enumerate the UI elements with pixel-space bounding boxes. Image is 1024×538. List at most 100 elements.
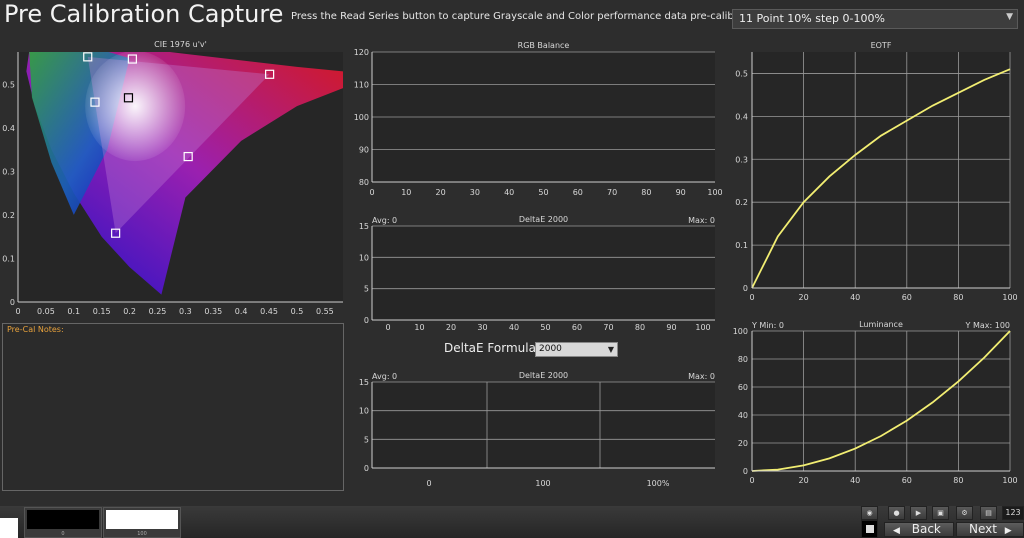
y-tick-label: 120 bbox=[354, 48, 369, 57]
x-tick-label: 0.3 bbox=[179, 307, 192, 316]
x-tick-label: 40 bbox=[504, 188, 514, 197]
next-arrow-icon: ▶ bbox=[1004, 526, 1012, 536]
x-tick-label: 40 bbox=[850, 293, 860, 302]
y-tick-label: 0.1 bbox=[2, 254, 15, 263]
y-tick-label: 110 bbox=[354, 81, 369, 90]
y-tick-label: 0.4 bbox=[2, 124, 15, 133]
x-tick-label: 40 bbox=[509, 323, 519, 332]
max-label: Max: 0 bbox=[688, 216, 715, 225]
y-tick-label: 0.2 bbox=[2, 211, 15, 220]
y-tick-label: 0 bbox=[364, 316, 369, 325]
notes-panel[interactable]: Pre-Cal Notes: bbox=[2, 323, 344, 491]
cie-white-point-glow bbox=[85, 52, 186, 162]
plot-area bbox=[752, 52, 1010, 288]
x-tick-label: 20 bbox=[799, 293, 809, 302]
bottom-toolbar: 0 100 ◉ ● ▶ ▣ ⚙ ▤ 123 ◀ Back Next ▶ bbox=[0, 506, 1024, 538]
play-icon: ▶ bbox=[915, 509, 922, 517]
x-tick-label: 0.1 bbox=[67, 307, 80, 316]
x-tick-label: 80 bbox=[953, 293, 963, 302]
x-tick-label: 90 bbox=[666, 323, 676, 332]
back-arrow-icon: ◀ bbox=[893, 526, 900, 536]
max-label: Max: 0 bbox=[688, 372, 715, 381]
x-tick-label: 0.25 bbox=[149, 307, 167, 316]
chevron-down-icon: ▼ bbox=[607, 345, 614, 354]
y-tick-label: 0.2 bbox=[735, 198, 748, 207]
trash-icon: ▤ bbox=[985, 509, 992, 517]
chart-title: EOTF bbox=[871, 41, 892, 50]
x-tick-label: 50 bbox=[540, 323, 550, 332]
x-tick-label: 60 bbox=[573, 188, 583, 197]
x-tick-label: 100 bbox=[1002, 293, 1017, 302]
deltae-chart-grayscale: 0 5 10 15 0 10 20 30 40 50 60 70 80 90 100 DeltaE 2000 A… bbox=[359, 215, 715, 332]
x-tick-label: 20 bbox=[446, 323, 456, 332]
deltae-formula-select[interactable]: 2000 ▼ bbox=[535, 342, 618, 357]
y-tick-label: 5 bbox=[364, 285, 369, 294]
x-tick-label: 40 bbox=[850, 476, 860, 485]
next-label: Next bbox=[969, 522, 997, 536]
x-tick-label: 100 bbox=[695, 323, 710, 332]
plot-area bbox=[752, 331, 1010, 471]
y-tick-label: 0.1 bbox=[735, 241, 748, 250]
x-tick-label: 100 bbox=[1002, 476, 1017, 485]
save-icon: ▣ bbox=[937, 509, 944, 517]
avg-label: Avg: 0 bbox=[372, 372, 397, 381]
swatch-black[interactable]: 0 bbox=[24, 507, 102, 538]
swatch-white[interactable]: 100 bbox=[103, 507, 181, 538]
chart-title: DeltaE 2000 bbox=[519, 215, 568, 224]
x-tick-label: 20 bbox=[799, 476, 809, 485]
x-tick-label: 0.15 bbox=[93, 307, 111, 316]
luminance-chart: 0 20 40 60 80 100 0 20 40 60 80 100 Luminance Y Min: … bbox=[733, 320, 1018, 485]
y-tick-label: 0 bbox=[10, 298, 15, 307]
stop-button[interactable] bbox=[861, 520, 878, 538]
y-tick-label: 15 bbox=[359, 378, 369, 387]
plot-area bbox=[372, 226, 715, 320]
x-tick-label: 60 bbox=[572, 323, 582, 332]
swatch-black-label: 0 bbox=[61, 531, 65, 537]
y-tick-label: 0 bbox=[743, 467, 748, 476]
y-tick-label: 40 bbox=[738, 411, 748, 420]
y-tick-label: 0.5 bbox=[735, 69, 748, 78]
deltae-chart-color: 0 5 10 15 0 100 100% DeltaE 2000 Avg: 0 Max: 0 bbox=[359, 371, 715, 488]
eye-icon[interactable]: ◉ bbox=[861, 506, 878, 520]
play-button[interactable]: ▶ bbox=[910, 506, 927, 520]
eotf-chart: 0 0.1 0.2 0.3 0.4 0.5 0 20 40 60 80 100 EOTF bbox=[735, 41, 1017, 302]
next-button[interactable]: Next ▶ bbox=[956, 522, 1024, 537]
y-tick-label: 5 bbox=[364, 435, 369, 444]
y-tick-label: 10 bbox=[359, 407, 369, 416]
counter-button[interactable]: 123 bbox=[1002, 506, 1024, 520]
back-label: Back bbox=[911, 522, 941, 536]
x-tick-label: 0 bbox=[385, 323, 390, 332]
x-tick-label: 30 bbox=[470, 188, 480, 197]
x-tick-label: 0 bbox=[426, 479, 431, 488]
x-tick-label: 0 bbox=[749, 476, 754, 485]
x-tick-label: 50 bbox=[538, 188, 548, 197]
y-tick-label: 100 bbox=[354, 113, 369, 122]
rgb-balance-chart: 80 90 100 110 120 0 10 20 30 40 50 60 70 80 90 100 RGB B… bbox=[354, 41, 723, 197]
x-tick-label: 0.4 bbox=[235, 307, 248, 316]
save-button[interactable]: ▣ bbox=[932, 506, 949, 520]
x-tick-label: 10 bbox=[401, 188, 411, 197]
x-tick-label: 100% bbox=[647, 479, 670, 488]
deltae-formula-value: 2000 bbox=[539, 344, 562, 354]
swatch-white-edge[interactable] bbox=[0, 518, 18, 538]
avg-label: Avg: 0 bbox=[372, 216, 397, 225]
x-tick-label: 0.05 bbox=[37, 307, 55, 316]
x-tick-label: 80 bbox=[953, 476, 963, 485]
x-tick-label: 0.5 bbox=[291, 307, 304, 316]
delete-button[interactable]: ▤ bbox=[980, 506, 997, 520]
chart-title: Luminance bbox=[859, 320, 903, 329]
x-tick-label: 60 bbox=[902, 476, 912, 485]
swatch-white-label: 100 bbox=[137, 531, 147, 537]
chart-title: DeltaE 2000 bbox=[519, 371, 568, 380]
y-tick-label: 80 bbox=[738, 355, 748, 364]
y-tick-label: 0 bbox=[364, 464, 369, 473]
stop-icon bbox=[865, 525, 874, 533]
x-tick-label: 10 bbox=[414, 323, 424, 332]
x-tick-label: 0.2 bbox=[123, 307, 136, 316]
y-min-label: Y Min: 0 bbox=[751, 321, 784, 330]
settings-button[interactable]: ⚙ bbox=[956, 506, 973, 520]
y-tick-label: 0 bbox=[743, 284, 748, 293]
x-tick-label: 70 bbox=[607, 188, 617, 197]
back-button[interactable]: ◀ Back bbox=[884, 522, 954, 537]
record-button[interactable]: ● bbox=[888, 506, 905, 520]
